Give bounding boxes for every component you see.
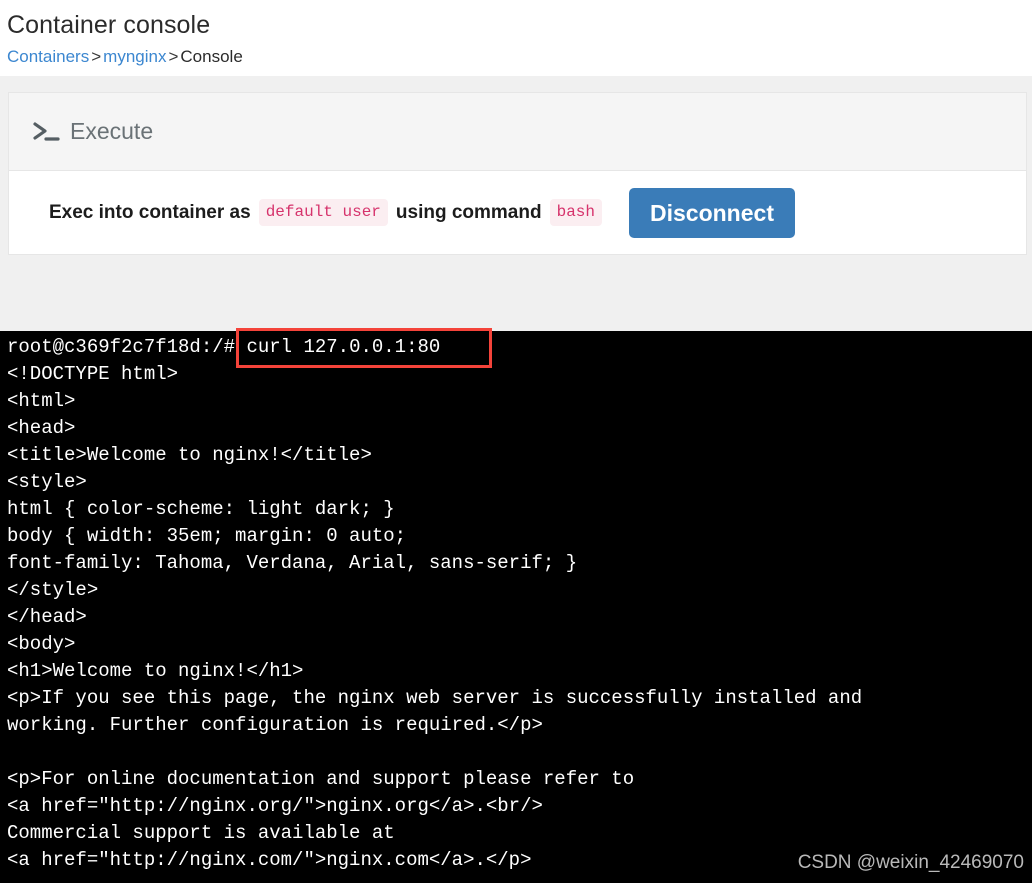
terminal-command xyxy=(235,336,246,358)
breadcrumb-separator-2: > xyxy=(168,47,179,66)
terminal-line: <h1>Welcome to nginx!</h1> xyxy=(7,660,304,682)
terminal-line: <body> xyxy=(7,633,76,655)
terminal-line: html { color-scheme: light dark; } xyxy=(7,498,395,520)
terminal-line: <title>Welcome to nginx!</title> xyxy=(7,444,372,466)
execute-card-header: Execute xyxy=(9,93,1026,171)
terminal-output[interactable]: root@c369f2c7f18d:/# curl 127.0.0.1:80 <… xyxy=(0,331,1032,883)
terminal-output-lines: <!DOCTYPE html> <html> <head> <title>Welcom… xyxy=(7,361,1032,874)
breadcrumb-separator-1: > xyxy=(91,47,102,66)
disconnect-button[interactable]: Disconnect xyxy=(629,187,795,238)
exec-description: Exec into container as default user usin… xyxy=(49,187,795,238)
terminal-line: <p>If you see this page, the nginx web s… xyxy=(7,687,863,709)
breadcrumb-link-mynginx[interactable]: mynginx xyxy=(103,47,166,66)
execute-card-body: Exec into container as default user usin… xyxy=(9,171,1026,254)
execute-card-title: Execute xyxy=(70,118,154,144)
terminal-line: </style> xyxy=(7,579,99,601)
terminal-line: Commercial support is available at xyxy=(7,822,395,844)
watermark: CSDN @weixin_42469070 xyxy=(797,852,1024,873)
terminal-line: <a href="http://nginx.org/">nginx.org</a… xyxy=(7,795,543,817)
exec-text-middle: using command xyxy=(395,201,542,223)
exec-user-badge: default user xyxy=(258,199,388,226)
terminal-line: <head> xyxy=(7,417,76,439)
page-title: Container console xyxy=(7,11,211,39)
breadcrumb: Containers > mynginx > Console xyxy=(7,46,1032,68)
exec-command-badge: bash xyxy=(549,199,602,226)
terminal-line: working. Further configuration is requir… xyxy=(7,714,543,736)
content-area: Execute Exec into container as default u… xyxy=(0,76,1032,331)
terminal-line: <html> xyxy=(7,390,76,412)
terminal-prompt-line: root@c369f2c7f18d:/# curl 127.0.0.1:80 xyxy=(7,334,1032,361)
terminal-line: font-family: Tahoma, Verdana, Arial, san… xyxy=(7,552,578,574)
terminal-line: <p>For online documentation and support … xyxy=(7,768,635,790)
terminal-line: </head> xyxy=(7,606,87,628)
terminal-prompt: root@c369f2c7f18d:/# xyxy=(7,336,236,358)
terminal-prompt-icon xyxy=(32,120,60,144)
page-header: Container console Containers > mynginx > Con… xyxy=(0,0,1032,76)
terminal-line: <style> xyxy=(7,471,87,493)
terminal-line: body { width: 35em; margin: 0 auto; xyxy=(7,525,407,547)
terminal-line: <!DOCTYPE html> xyxy=(7,363,179,385)
breadcrumb-link-containers[interactable]: Containers xyxy=(7,47,89,66)
terminal-command-text: curl 127.0.0.1:80 xyxy=(246,336,441,358)
exec-text-before: Exec into container as xyxy=(49,201,251,223)
execute-card: Execute Exec into container as default u… xyxy=(8,92,1027,255)
breadcrumb-current-console: Console xyxy=(180,47,243,66)
